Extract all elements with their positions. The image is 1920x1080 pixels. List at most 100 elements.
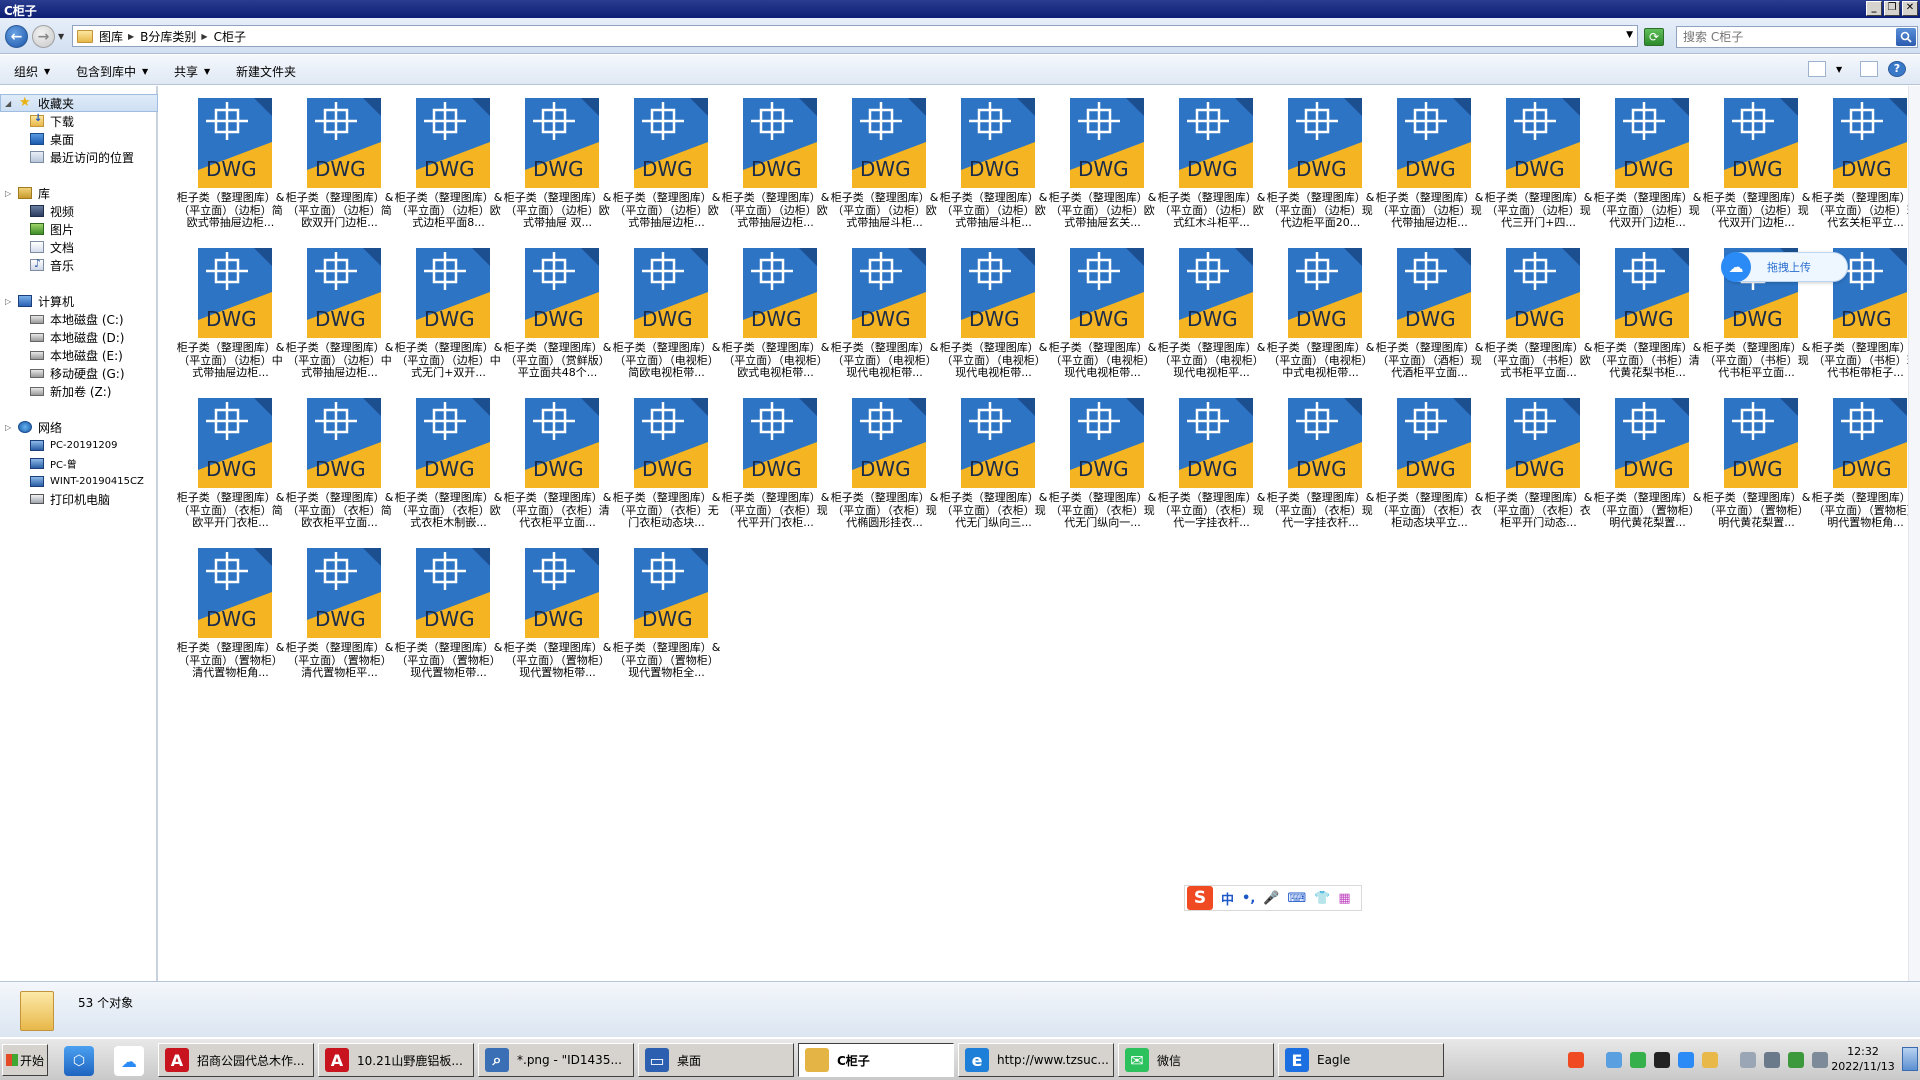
file-item[interactable]: DWGTM 柜子类（整理图库）&（平立面）（电视柜）现代电视柜带... — [830, 242, 939, 392]
file-item[interactable]: DWGTM 柜子类（整理图库）&（平立面）（衣柜）无门衣柜动态块... — [612, 392, 721, 542]
taskbar-button[interactable]: A 10.21山野鹿铝板... — [318, 1043, 474, 1077]
file-item[interactable]: DWGTM 柜子类（整理图库）&（平立面）（置物柜）明代置物柜角... — [1811, 392, 1920, 542]
file-item[interactable]: DWGTM 柜子类（整理图库）&（平立面）（电视柜）现代电视柜带... — [1048, 242, 1157, 392]
file-item[interactable]: DWGTM 柜子类（整理图库）&（平立面）（置物柜）明代黄花梨置... — [1593, 392, 1702, 542]
new-folder-button[interactable]: 新建文件夹 — [236, 63, 296, 80]
file-list-view[interactable]: DWGTM柜子类（整理图库）&（平立面）（边柜）简欧式带抽屉边柜...DWGTM… — [160, 86, 1920, 981]
file-item[interactable]: DWGTM 柜子类（整理图库）&（平立面）（酒柜）现代酒柜平立面... — [1375, 242, 1484, 392]
sidebar-item-network-pc[interactable]: PC-20191209 — [0, 436, 158, 454]
network-tray-icon[interactable] — [1606, 1052, 1622, 1068]
file-item[interactable]: DWGTM 柜子类（整理图库）&（平立面）（电视柜）中式电视柜带... — [1266, 242, 1375, 392]
file-item[interactable]: DWGTM 柜子类（整理图库）&（平立面）（衣柜）衣柜动态块平立... — [1375, 392, 1484, 542]
file-item[interactable]: DWGTM 柜子类（整理图库）&（平立面）（边柜）现代玄关柜平立... — [1811, 92, 1920, 242]
file-item[interactable]: DWGTM 柜子类（整理图库）&（平立面）（书柜）清代黄花梨书柜... — [1593, 242, 1702, 392]
taskbar-button[interactable]: ⌕ *.png - "ID1435... — [478, 1043, 634, 1077]
baidu-tray-icon[interactable] — [1678, 1052, 1694, 1068]
breadcrumb-item[interactable]: C柜子 — [214, 28, 246, 45]
file-item[interactable]: DWGTM 柜子类（整理图库）&（平立面）（衣柜）现代一字挂衣杆... — [1266, 392, 1375, 542]
ime-punctuation-toggle[interactable]: •, — [1242, 891, 1255, 906]
taskbar-button[interactable]: e http://www.tzsuc... — [958, 1043, 1114, 1077]
file-item[interactable]: DWGTM 柜子类（整理图库）&（平立面）（边柜）现代带抽屉边柜... — [1375, 92, 1484, 242]
taskbar-button[interactable]: A 招商公园代总木作... — [158, 1043, 314, 1077]
sidebar-item-videos[interactable]: 视频 — [0, 202, 158, 220]
taskbar-button[interactable]: C柜子 — [798, 1043, 954, 1077]
file-item[interactable]: DWGTM 柜子类（整理图库）&（平立面）（衣柜）现代平开门衣柜... — [721, 392, 830, 542]
file-item[interactable]: DWGTM 柜子类（整理图库）&（平立面）（边柜）欧式带抽屉边柜... — [721, 92, 830, 242]
360-tray-icon[interactable] — [1630, 1052, 1646, 1068]
sidebar-item-drive-z[interactable]: 新加卷 (Z:) — [0, 382, 158, 400]
vertical-scrollbar[interactable] — [1908, 86, 1920, 981]
start-button[interactable]: 开始 — [2, 1044, 48, 1076]
file-item[interactable]: DWGTM 柜子类（整理图库）&（平立面）（电视柜）简欧电视柜带... — [612, 242, 721, 392]
file-item[interactable]: DWGTM 柜子类（整理图库）&（平立面）（衣柜）现代一字挂衣杆... — [1157, 392, 1266, 542]
restore-button[interactable]: ❐ — [1884, 1, 1900, 16]
security-shield-icon[interactable]: ⬡ — [64, 1046, 94, 1076]
file-item[interactable]: DWGTM 柜子类（整理图库）&（平立面）（衣柜）清代衣柜平立面... — [503, 392, 612, 542]
taskbar-button[interactable]: ✉ 微信 — [1118, 1043, 1274, 1077]
file-item[interactable]: DWGTM 柜子类（整理图库）&（平立面）（边柜）简欧双开门边柜... — [285, 92, 394, 242]
file-item[interactable]: DWGTM 柜子类（整理图库）&（平立面）（边柜）欧式带抽屉边柜... — [612, 92, 721, 242]
preview-pane-icon[interactable] — [1860, 61, 1878, 77]
help-icon[interactable]: ? — [1888, 61, 1906, 77]
include-in-library-menu[interactable]: 包含到库中 ▼ — [76, 63, 148, 80]
file-item[interactable]: DWGTM 柜子类（整理图库）&（平立面）（边柜）欧式带抽屉斗柜... — [830, 92, 939, 242]
recent-pages-dropdown[interactable]: ▼ — [58, 32, 64, 41]
file-item[interactable]: DWGTM 柜子类（整理图库）&（平立面）（边柜）欧式边柜平面8... — [394, 92, 503, 242]
sidebar-item-downloads[interactable]: 下载 — [0, 112, 158, 130]
file-item[interactable]: DWGTM 柜子类（整理图库）&（平立面）（置物柜）现代置物柜全... — [612, 542, 721, 692]
search-input[interactable] — [1683, 30, 1883, 44]
sidebar-item-drive-g[interactable]: 移动硬盘 (G:) — [0, 364, 158, 382]
file-item[interactable]: DWGTM 柜子类（整理图库）&（平立面）（边柜）现代双开门边柜... — [1702, 92, 1811, 242]
file-item[interactable]: DWGTM 柜子类（整理图库）&（平立面）（衣柜）现代椭圆形挂衣... — [830, 392, 939, 542]
file-item[interactable]: DWGTM 柜子类（整理图库）&（平立面）（衣柜）欧式衣柜木制嵌... — [394, 392, 503, 542]
search-box[interactable] — [1676, 26, 1918, 48]
sidebar-item-drive-c[interactable]: 本地磁盘 (C:) — [0, 310, 158, 328]
file-item[interactable]: DWGTM 柜子类（整理图库）&（平立面）（书柜）欧式书柜平立面... — [1484, 242, 1593, 392]
clock[interactable]: 12:32 2022/11/13 — [1828, 1044, 1898, 1074]
breadcrumb-item[interactable]: 图库 ▶ — [99, 28, 134, 45]
file-item[interactable]: DWGTM 柜子类（整理图库）&（平立面）（置物柜）清代置物柜角... — [176, 542, 285, 692]
file-item[interactable]: DWGTM 柜子类（整理图库）&（平立面）（衣柜）简欧平开门衣柜... — [176, 392, 285, 542]
action-center-icon[interactable] — [1740, 1052, 1756, 1068]
file-item[interactable]: DWGTM 柜子类（整理图库）&（平立面）（电视柜）欧式电视柜带... — [721, 242, 830, 392]
search-icon[interactable] — [1896, 28, 1916, 46]
sidebar-item-network-pc[interactable]: 打印机电脑 — [0, 490, 158, 508]
share-menu[interactable]: 共享 ▼ — [174, 63, 210, 80]
sidebar-item-drive-d[interactable]: 本地磁盘 (D:) — [0, 328, 158, 346]
mic-icon[interactable]: 🎤 — [1263, 891, 1279, 906]
taskbar-button[interactable]: E Eagle — [1278, 1043, 1444, 1077]
file-item[interactable]: DWGTM 柜子类（整理图库）&（平立面）（边柜）现代双开门边柜... — [1593, 92, 1702, 242]
file-item[interactable]: DWGTM 柜子类（整理图库）&（平立面）（置物柜）现代置物柜带... — [394, 542, 503, 692]
view-dropdown-icon[interactable]: ▼ — [1836, 65, 1842, 74]
sidebar-item-network-pc[interactable]: WINT-20190415CZ — [0, 472, 158, 490]
sidebar-item-documents[interactable]: 文档 — [0, 238, 158, 256]
file-item[interactable]: DWGTM 柜子类（整理图库）&（平立面）（衣柜）衣柜平开门动态... — [1484, 392, 1593, 542]
file-item[interactable]: DWGTM 柜子类（整理图库）&（平立面）（边柜）欧式带抽屉玄关... — [1048, 92, 1157, 242]
minimize-button[interactable]: _ — [1866, 1, 1882, 16]
sidebar-item-libraries[interactable]: ▷ 库 — [0, 184, 158, 202]
show-desktop-button[interactable] — [1902, 1047, 1918, 1071]
file-item[interactable]: DWGTM 柜子类（整理图库）&（平立面）（电视柜）现代电视柜带... — [939, 242, 1048, 392]
qq-tray-icon[interactable] — [1654, 1052, 1670, 1068]
wifi-icon[interactable] — [1788, 1052, 1804, 1068]
file-item[interactable]: DWGTM 柜子类（整理图库）&（平立面）（衣柜）简欧衣柜平立面... — [285, 392, 394, 542]
view-options-icon[interactable] — [1808, 61, 1826, 77]
baidu-netdisk-icon[interactable]: ☁ — [114, 1046, 144, 1076]
file-item[interactable]: DWGTM 柜子类（整理图库）&（平立面）（边柜）欧式带抽屉斗柜... — [939, 92, 1048, 242]
breadcrumb-item[interactable]: B分库类别 ▶ — [140, 28, 207, 45]
file-item[interactable]: DWGTM 柜子类（整理图库）&（平立面）（衣柜）现代无门纵向一... — [1048, 392, 1157, 542]
file-item[interactable]: DWGTM 柜子类（整理图库）&（平立面）（边柜）简欧式带抽屉边柜... — [176, 92, 285, 242]
file-item[interactable]: DWGTM 柜子类（整理图库）&（平立面）（置物柜）明代黄花梨置... — [1702, 392, 1811, 542]
file-item[interactable]: DWGTM 柜子类（整理图库）&（平立面）（置物柜）清代置物柜平... — [285, 542, 394, 692]
file-item[interactable]: DWGTM 柜子类（整理图库）&（平立面）（电视柜）现代电视柜平... — [1157, 242, 1266, 392]
file-item[interactable]: DWGTM 柜子类（整理图库）&（平立面）（边柜）中式无门+双开... — [394, 242, 503, 392]
file-item[interactable]: DWGTM 柜子类（整理图库）&（平立面）（边柜）现代边柜平面20... — [1266, 92, 1375, 242]
sidebar-item-pictures[interactable]: 图片 — [0, 220, 158, 238]
volume-icon[interactable] — [1812, 1052, 1828, 1068]
chevron-down-icon[interactable]: ▼ — [1626, 30, 1633, 40]
sidebar-item-favorites[interactable]: ◢ ★ 收藏夹 — [0, 94, 158, 112]
sidebar-item-drive-e[interactable]: 本地磁盘 (E:) — [0, 346, 158, 364]
file-item[interactable]: DWGTM 柜子类（整理图库）&（平立面）（赏鲜版）平立面共48个... — [503, 242, 612, 392]
file-item[interactable]: DWGTM 柜子类（整理图库）&（平立面）（置物柜）现代置物柜带... — [503, 542, 612, 692]
back-button[interactable]: ← — [5, 25, 28, 48]
